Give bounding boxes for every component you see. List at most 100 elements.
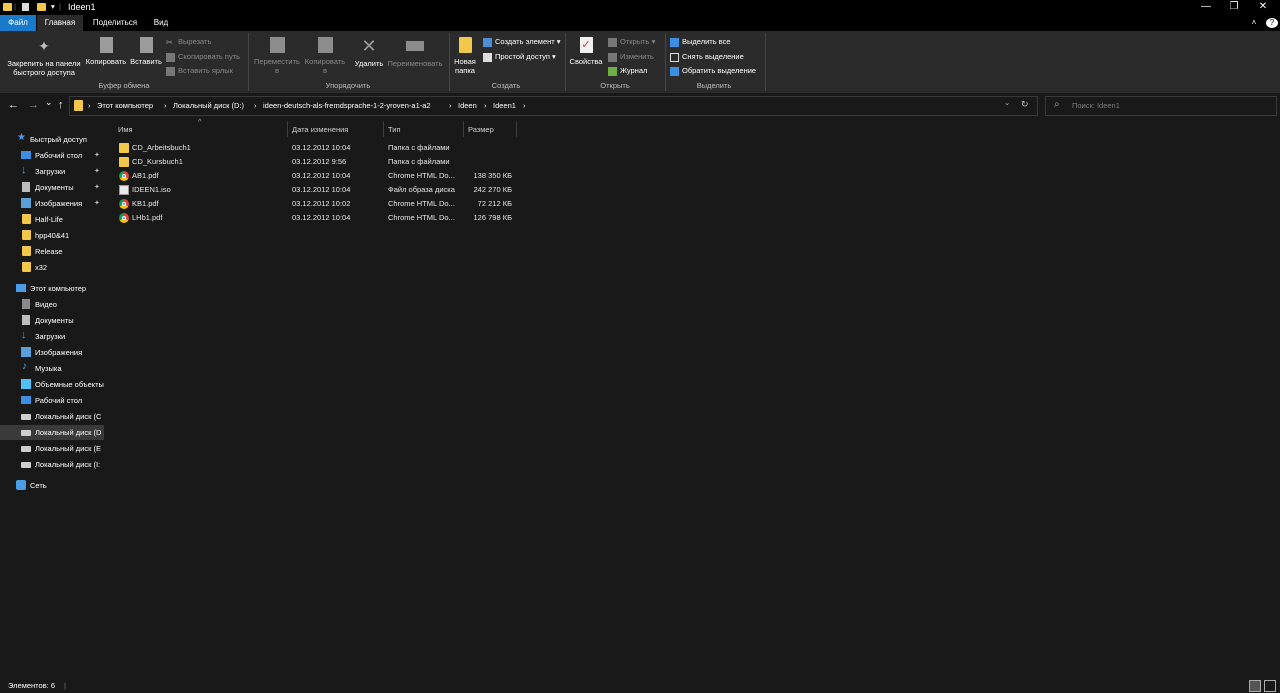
collapse-ribbon-icon[interactable]: ˄ bbox=[1248, 15, 1260, 31]
back-button[interactable]: ← bbox=[8, 99, 19, 111]
sidebar-item-hpp40[interactable]: hpp40&41 bbox=[0, 228, 104, 243]
delete-label: Удалить bbox=[354, 59, 384, 68]
column-size-header[interactable]: Размер bbox=[468, 125, 494, 141]
sidebar-item-half-life[interactable]: Half-Life bbox=[0, 212, 104, 227]
rename-button[interactable]: Переименовать bbox=[386, 37, 444, 68]
pin-quick-access-button[interactable]: ✦ Закрепить на панели быстрого доступа bbox=[4, 37, 84, 77]
pin-icon: ✦ bbox=[94, 200, 100, 207]
cut-button[interactable]: ✂ Вырезать bbox=[166, 37, 211, 47]
sidebar-item-label: Half-Life bbox=[35, 215, 63, 224]
address-dropdown-icon[interactable]: ⌄ bbox=[1004, 98, 1010, 107]
copy-button[interactable]: Копировать bbox=[84, 37, 128, 66]
sidebar-item-drive-i[interactable]: Локальный диск (I: bbox=[0, 457, 104, 472]
sidebar-item-x32[interactable]: x32 bbox=[0, 260, 104, 275]
new-folder-icon[interactable] bbox=[37, 3, 46, 11]
open-button[interactable]: Открыть ▾ bbox=[608, 37, 655, 47]
select-none-button[interactable]: Снять выделение bbox=[670, 52, 744, 62]
crumb-separator[interactable]: › bbox=[88, 101, 91, 110]
file-row[interactable]: KB1.pdf 03.12.2012 10:02 Chrome HTML Do.… bbox=[112, 197, 518, 211]
details-view-icon[interactable] bbox=[1249, 680, 1261, 692]
column-name-header[interactable]: Имя bbox=[118, 125, 133, 141]
sidebar-item-pc-desktop[interactable]: Рабочий стол bbox=[0, 393, 104, 408]
new-item-button[interactable]: Создать элемент ▾ bbox=[483, 37, 561, 47]
column-divider[interactable] bbox=[287, 121, 288, 137]
breadcrumb-course-folder[interactable]: ideen-deutsch-als-fremdsprache-1-2-yrove… bbox=[263, 101, 431, 110]
breadcrumb-drive-d[interactable]: Локальный диск (D:) bbox=[173, 101, 244, 110]
open-icon bbox=[608, 37, 617, 47]
crumb-separator[interactable]: › bbox=[449, 101, 452, 110]
up-button[interactable]: ↑ bbox=[58, 99, 64, 111]
sidebar-item-music[interactable]: ♪ Музыка bbox=[0, 361, 104, 376]
column-divider[interactable] bbox=[463, 121, 464, 137]
move-to-button[interactable]: Переместить в bbox=[253, 37, 301, 75]
large-icons-view-icon[interactable] bbox=[1264, 680, 1276, 692]
file-row[interactable]: LHb1.pdf 03.12.2012 10:04 Chrome HTML Do… bbox=[112, 211, 518, 225]
easy-access-button[interactable]: Простой доступ ▾ bbox=[483, 52, 556, 62]
delete-button[interactable]: ✕ Удалить bbox=[352, 37, 386, 68]
ribbon-tabs: Файл Главная Поделиться Вид ˄ ? bbox=[0, 15, 1280, 31]
sidebar-item-pc-pictures[interactable]: Изображения bbox=[0, 345, 104, 360]
minimize-button[interactable]: — bbox=[1192, 0, 1220, 15]
sidebar-item-pictures[interactable]: Изображения ✦ bbox=[0, 196, 104, 211]
address-bar[interactable]: › Этот компьютер › Локальный диск (D:) ›… bbox=[69, 96, 1038, 116]
file-row[interactable]: CD_Kursbuch1 03.12.2012 9:56 Папка с фай… bbox=[112, 155, 518, 169]
breadcrumb-this-pc[interactable]: Этот компьютер bbox=[97, 101, 153, 110]
quick-access-item[interactable]: ★ Быстрый доступ bbox=[0, 132, 104, 147]
sidebar-item-label: x32 bbox=[35, 263, 48, 272]
column-divider[interactable] bbox=[383, 121, 384, 137]
properties-button[interactable]: ✓ Свойства bbox=[569, 37, 603, 66]
tab-view[interactable]: Вид bbox=[146, 15, 176, 31]
copy-path-button[interactable]: Скопировать путь bbox=[166, 52, 240, 62]
crumb-separator[interactable]: › bbox=[523, 101, 526, 110]
copy-to-button[interactable]: Копировать в bbox=[302, 37, 348, 75]
chrome-icon bbox=[119, 171, 129, 181]
sidebar-item-pc-downloads[interactable]: ↓ Загрузки bbox=[0, 329, 104, 344]
crumb-separator[interactable]: › bbox=[254, 101, 257, 110]
help-icon[interactable]: ? bbox=[1266, 18, 1278, 28]
properties-check-icon: ✓ bbox=[579, 37, 593, 53]
refresh-icon[interactable]: ↻ bbox=[1021, 99, 1029, 110]
sidebar-item-3d-objects[interactable]: Объемные объекты bbox=[0, 377, 104, 392]
sidebar-item-drive-d[interactable]: Локальный диск (D bbox=[0, 425, 104, 440]
invert-selection-button[interactable]: Обратить выделение bbox=[670, 66, 756, 76]
sidebar-item-release[interactable]: Release bbox=[0, 244, 104, 259]
breadcrumb-ideen1[interactable]: Ideen1 bbox=[493, 101, 516, 110]
sidebar-item-desktop[interactable]: Рабочий стол ✦ bbox=[0, 148, 104, 163]
breadcrumb-ideen[interactable]: Ideen bbox=[458, 101, 477, 110]
this-pc-item[interactable]: Этот компьютер bbox=[0, 281, 104, 296]
recent-locations-button[interactable]: ⌄ bbox=[45, 97, 53, 108]
quick-access-dropdown-icon[interactable]: ▾ bbox=[51, 2, 55, 11]
network-item[interactable]: Сеть bbox=[0, 478, 104, 493]
sidebar-item-drive-c[interactable]: Локальный диск (C bbox=[0, 409, 104, 424]
edit-button[interactable]: Изменить bbox=[608, 52, 654, 62]
new-folder-button[interactable]: Новая папка bbox=[452, 37, 478, 75]
ribbon-separator bbox=[248, 33, 249, 91]
sidebar-item-pc-documents[interactable]: Документы bbox=[0, 313, 104, 328]
paste-button[interactable]: Вставить bbox=[129, 37, 163, 66]
file-row[interactable]: IDEEN1.iso 03.12.2012 10:04 Файл образа … bbox=[112, 183, 518, 197]
column-type-header[interactable]: Тип bbox=[388, 125, 401, 141]
tab-home[interactable]: Главная bbox=[37, 15, 83, 31]
computer-icon bbox=[16, 284, 26, 292]
sidebar-item-documents[interactable]: Документы ✦ bbox=[0, 180, 104, 195]
close-button[interactable]: ✕ bbox=[1249, 0, 1277, 15]
search-box[interactable]: ⌕ Поиск: Ideen1 bbox=[1045, 96, 1277, 116]
sidebar-item-videos[interactable]: Видео bbox=[0, 297, 104, 312]
sidebar-item-drive-e[interactable]: Локальный диск (E bbox=[0, 441, 104, 456]
tab-share[interactable]: Поделиться bbox=[86, 15, 144, 31]
crumb-separator[interactable]: › bbox=[484, 101, 487, 110]
sidebar-item-downloads[interactable]: ↓ Загрузки ✦ bbox=[0, 164, 104, 179]
file-row[interactable]: CD_Arbeitsbuch1 03.12.2012 10:04 Папка с… bbox=[112, 141, 518, 155]
crumb-separator[interactable]: › bbox=[164, 101, 167, 110]
column-divider[interactable] bbox=[516, 121, 517, 137]
select-all-button[interactable]: Выделить все bbox=[670, 37, 731, 47]
history-button[interactable]: Журнал bbox=[608, 66, 647, 76]
paste-shortcut-button[interactable]: Вставить ярлык bbox=[166, 66, 233, 76]
column-date-header[interactable]: Дата изменения bbox=[292, 125, 348, 141]
tab-file[interactable]: Файл bbox=[0, 15, 36, 31]
forward-button[interactable]: → bbox=[28, 99, 39, 111]
sidebar-item-label: Изображения bbox=[35, 348, 83, 357]
file-row[interactable]: AB1.pdf 03.12.2012 10:04 Chrome HTML Do.… bbox=[112, 169, 518, 183]
maximize-button[interactable]: ❐ bbox=[1220, 0, 1248, 15]
properties-icon[interactable] bbox=[22, 3, 29, 11]
